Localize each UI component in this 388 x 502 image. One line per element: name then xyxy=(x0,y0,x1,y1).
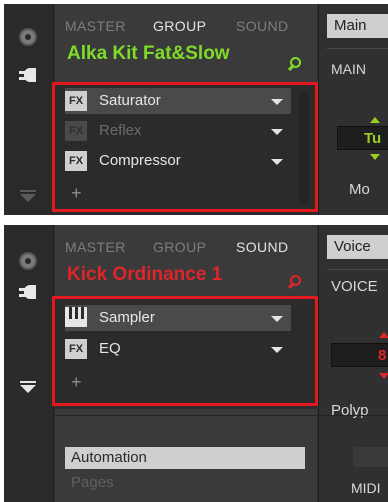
section-divider xyxy=(319,415,388,416)
group-title[interactable]: Alka Kit Fat&Slow xyxy=(67,43,230,65)
decrement-arrow-icon[interactable] xyxy=(370,154,380,160)
control-value: Tu xyxy=(364,130,382,147)
plugin-icon[interactable] xyxy=(18,68,40,84)
control-display[interactable]: Tu xyxy=(337,126,388,150)
sound-plugin-highlight xyxy=(52,296,318,406)
param-label: Polyp xyxy=(331,402,369,419)
group-plugin-highlight xyxy=(52,82,318,212)
search-icon[interactable] xyxy=(287,57,303,73)
control-value: 8 xyxy=(378,347,387,364)
tab-group[interactable]: GROUP xyxy=(153,239,206,255)
collapse-icon[interactable] xyxy=(20,381,36,393)
tab-sound[interactable]: SOUND xyxy=(236,18,289,34)
midi-label: MIDI xyxy=(351,480,381,496)
decrement-arrow-icon[interactable] xyxy=(379,373,388,379)
section-divider xyxy=(55,415,317,416)
increment-arrow-icon[interactable] xyxy=(379,332,388,338)
left-icon-strip xyxy=(4,225,54,502)
tab-master[interactable]: MASTER xyxy=(65,239,126,255)
tab-main[interactable]: Main xyxy=(327,14,388,38)
section-label: VOICE xyxy=(331,278,378,295)
tab-sound[interactable]: SOUND xyxy=(236,239,289,255)
collapse-icon[interactable] xyxy=(20,190,36,202)
tab-voice[interactable]: Voice xyxy=(327,235,388,259)
knob-icon[interactable] xyxy=(19,28,37,46)
left-icon-strip xyxy=(4,4,54,215)
knob-icon[interactable] xyxy=(19,252,37,270)
tab-master[interactable]: MASTER xyxy=(65,18,126,34)
search-icon[interactable] xyxy=(287,275,303,291)
page-column: Main MAIN Tu Mo xyxy=(318,4,388,215)
increment-arrow-icon[interactable] xyxy=(370,117,380,123)
sound-title[interactable]: Kick Ordinance 1 xyxy=(67,264,222,286)
tab-group[interactable]: GROUP xyxy=(153,18,206,34)
param-label: Mo xyxy=(349,181,370,198)
page-column: Voice VOICE 8 Polyp MIDI xyxy=(318,225,388,502)
divider xyxy=(327,269,388,270)
plugin-icon[interactable] xyxy=(18,285,40,301)
divider xyxy=(327,48,388,49)
sub-control-slot[interactable] xyxy=(353,447,388,467)
automation-tab[interactable]: Automation xyxy=(65,447,305,469)
pages-tab[interactable]: Pages xyxy=(65,472,305,494)
control-display[interactable]: 8 xyxy=(331,343,388,367)
section-label: MAIN xyxy=(331,61,366,77)
